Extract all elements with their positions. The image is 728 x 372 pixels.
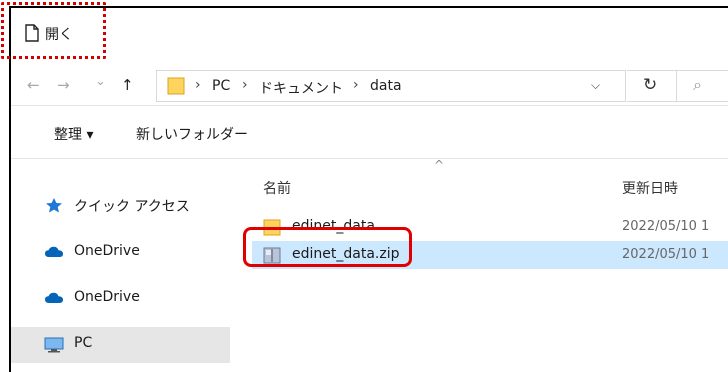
back-arrow-icon[interactable]: ← — [27, 76, 40, 94]
star-icon — [46, 198, 62, 213]
breadcrumb-separator: › — [242, 77, 248, 93]
address-bar[interactable]: › PC › ドキュメント › data ⌵ — [156, 70, 626, 102]
refresh-button[interactable]: ↻ — [627, 70, 677, 102]
sidebar-item-label: クイック アクセス — [74, 199, 190, 215]
organize-button[interactable]: 整理 ▾ — [54, 124, 93, 144]
new-folder-button[interactable]: 新しいフォルダー — [136, 124, 248, 144]
sidebar-item-pc[interactable]: PC — [11, 327, 230, 363]
column-header-modified[interactable]: 更新日時 — [622, 178, 678, 198]
title-bar: 開く — [11, 8, 728, 58]
search-icon: ⌕ — [693, 75, 702, 94]
cloud-icon — [45, 246, 63, 257]
cloud-icon — [45, 292, 63, 303]
sidebar-item-label: OneDrive — [74, 243, 140, 259]
breadcrumb-separator: › — [195, 77, 201, 93]
forward-arrow-icon[interactable]: → — [57, 76, 70, 94]
refresh-icon: ↻ — [643, 75, 658, 95]
column-header-name[interactable]: 名前 — [263, 178, 291, 198]
pc-icon — [44, 337, 64, 353]
file-modified-date: 2022/05/10 1 — [622, 247, 710, 262]
navigation-bar: ← → ⌄ ↑ › PC › ドキュメント › data ⌵ ↻ ⌕ — [11, 66, 728, 106]
sidebar-item-quick-access[interactable]: クイック アクセス — [11, 188, 230, 222]
file-modified-date: 2022/05/10 1 — [622, 219, 710, 234]
breadcrumb-data[interactable]: data — [370, 78, 402, 94]
command-toolbar: 整理 ▾ 新しいフォルダー — [11, 107, 728, 159]
breadcrumb-documents[interactable]: ドキュメント — [259, 78, 343, 98]
folder-icon — [167, 77, 185, 95]
sort-ascending-icon: ^ — [434, 158, 445, 172]
sidebar-item-label: PC — [74, 335, 93, 351]
file-open-dialog: 開く ← → ⌄ ↑ › PC › ドキュメント › data ⌵ ↻ ⌕ 整理… — [9, 6, 728, 372]
navigation-pane: クイック アクセス OneDrive OneDrive PC — [11, 160, 230, 372]
sidebar-item-onedrive[interactable]: OneDrive — [11, 235, 230, 269]
recent-locations-chevron-icon[interactable]: ⌄ — [95, 74, 106, 89]
sidebar-item-label: OneDrive — [74, 289, 140, 305]
annotation-highlight-selected-file — [243, 227, 412, 267]
annotation-highlight-dotted — [1, 2, 106, 59]
chevron-down-icon[interactable]: ⌵ — [591, 78, 600, 93]
up-arrow-icon[interactable]: ↑ — [121, 76, 134, 94]
sidebar-item-onedrive[interactable]: OneDrive — [11, 281, 230, 315]
breadcrumb-separator: › — [353, 77, 359, 93]
breadcrumb-pc[interactable]: PC — [212, 78, 230, 94]
search-input[interactable]: ⌕ — [677, 70, 728, 102]
